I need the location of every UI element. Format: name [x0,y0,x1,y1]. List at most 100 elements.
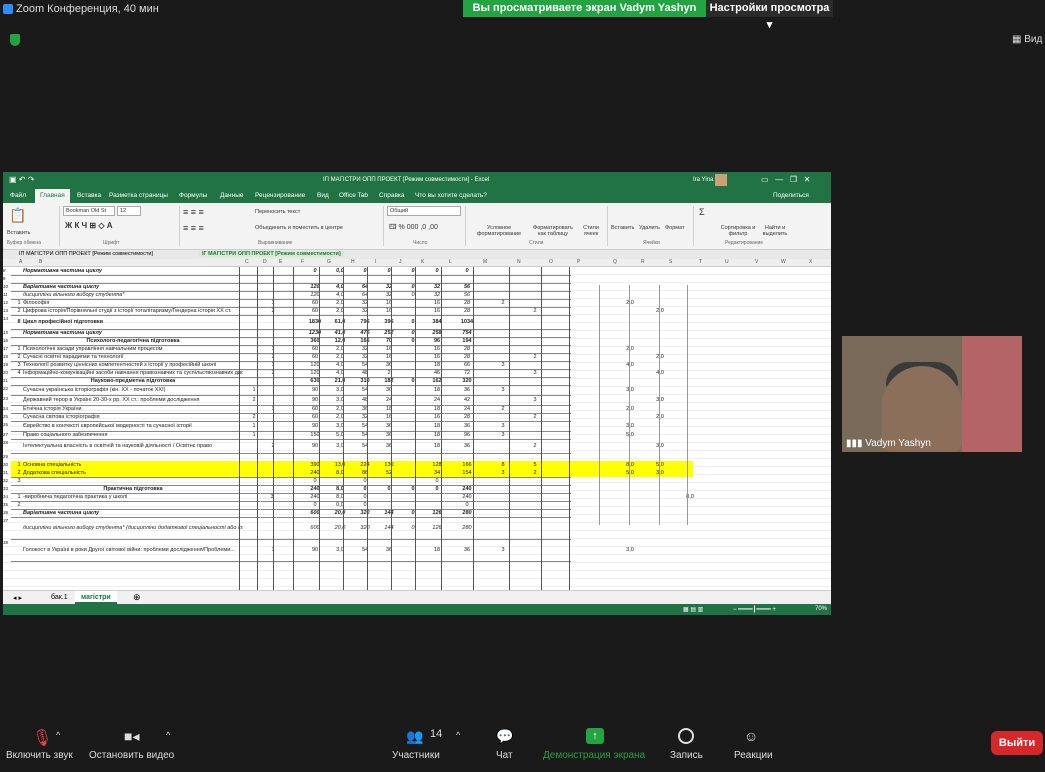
table-cell[interactable]: 240 [455,486,479,492]
table-cell[interactable]: 36 [355,406,375,412]
table-cell[interactable]: 32 [427,292,447,298]
table-cell[interactable]: Державний терор в Україні 20-30-х рр. XX… [23,397,243,403]
table-cell[interactable]: Сучасна світова історіографія [23,414,243,420]
table-cell[interactable]: 3,0 [623,387,637,393]
table-cell[interactable]: 130 [379,462,399,468]
table-cell[interactable]: 32 [355,414,375,420]
sheet-grid[interactable]: 8 Нормативна частина циклу 0 0,0 0 0 0 0 0 9 10 Вар… [3,267,831,590]
table-row[interactable]: 18 2 Сучасні освітні парадигми та технолог… [3,353,831,361]
table-cell[interactable]: 1 [247,432,261,438]
table-cell[interactable]: 90 [303,443,327,449]
table-cell[interactable]: 120 [303,370,327,376]
participants-label[interactable]: Участники [392,750,440,761]
table-cell[interactable]: дисципліни вільного вибору студента* [23,292,243,298]
table-cell[interactable]: 2,0 [653,354,667,360]
table-cell[interactable]: 166 [355,338,375,344]
column-header[interactable]: D [263,259,267,265]
table-cell[interactable]: 4,0 [623,362,637,368]
table-row[interactable]: 15 Нормативна частина циклу 1230 41,0 476 252… [3,329,831,337]
table-cell[interactable]: 128 [427,462,447,468]
table-cell[interactable]: 320 [355,525,375,531]
table-cell[interactable]: 32 [379,284,399,290]
table-cell[interactable]: 56 [455,292,479,298]
table-cell[interactable]: 0 [455,502,479,508]
table-cell[interactable]: 20,0 [329,510,351,516]
view-button[interactable]: ▦ Вид [1012,34,1042,45]
table-cell[interactable]: 60 [303,414,327,420]
table-cell[interactable]: 28 [455,354,479,360]
tab-insert[interactable]: Вставка [77,192,101,199]
table-cell[interactable]: Цикл професійної підготовки [23,319,243,325]
table-cell[interactable]: 16 [427,354,447,360]
table-cell[interactable]: 0 [379,268,399,274]
table-cell[interactable]: 1 [247,423,261,429]
paste-label[interactable]: Вставить [7,230,30,236]
tab-review[interactable]: Рецензирование [255,192,305,199]
table-cell[interactable]: Цифрова історія/Порівняльні студії з іст… [23,308,243,314]
sheet-tab-bak[interactable]: бак.1 [51,594,68,601]
table-cell[interactable]: 280 [455,510,479,516]
table-cell[interactable]: 8,0 [683,494,697,500]
share-excel-button[interactable]: Поделиться [773,192,809,199]
column-header[interactable]: P [577,259,580,265]
table-cell[interactable]: 1 [247,387,261,393]
table-cell[interactable]: 41,0 [329,330,351,336]
mic-muted-icon[interactable]: 🎙 [32,728,52,747]
table-cell[interactable]: 36 [455,547,479,553]
merge-center-button[interactable]: Объединить и поместить в центре [255,225,343,231]
table-cell[interactable]: 3,0 [623,547,637,553]
table-cell[interactable]: 3,0 [329,547,351,553]
table-cell[interactable]: 4 [15,370,23,376]
autosum-icon[interactable]: Σ [699,207,705,217]
table-cell[interactable]: 0 [355,486,375,492]
table-row[interactable]: 22 Сучасна українська історіографія (кін.… [3,385,831,395]
table-cell[interactable]: 144 [379,510,399,516]
table-cell[interactable]: 0 [427,486,447,492]
table-cell[interactable]: 4,0 [653,370,667,376]
table-cell[interactable]: 32 [355,354,375,360]
table-row[interactable]: 26 Єврейство в контексті європейської мод… [3,421,831,431]
table-cell[interactable]: 3,0 [653,397,667,403]
table-cell[interactable]: 28 [455,308,479,314]
table-cell[interactable]: 36 [379,362,399,368]
table-cell[interactable]: Нормативна частина циклу [23,268,243,274]
table-cell[interactable]: 2,0 [329,354,351,360]
table-cell[interactable]: 4,0 [329,292,351,298]
table-cell[interactable]: 1 [15,462,23,468]
table-cell[interactable]: 90 [303,397,327,403]
table-cell[interactable]: 0 [355,502,375,508]
table-cell[interactable]: 86 [355,470,375,476]
save-icon[interactable]: ▣ ↶ ↷ [9,175,34,184]
table-cell[interactable]: 96 [427,338,447,344]
table-cell[interactable]: 13,0 [329,462,351,468]
table-row[interactable]: 36 Варіативна частина циклу 600 20,0 320 144 0… [3,509,831,517]
table-cell[interactable]: 72 [455,370,479,376]
table-row[interactable]: 121Філософія1602,03216162822,0 [3,299,831,307]
table-cell[interactable]: Психолого-педагогічна підготовка [23,338,243,344]
font-name-box[interactable]: Bookman Old St [63,206,115,216]
table-cell[interactable]: 36 [455,387,479,393]
reactions-label[interactable]: Реакции [734,750,773,761]
table-cell[interactable]: 96 [455,432,479,438]
table-cell[interactable]: Основна спеціальність [23,462,243,468]
table-cell[interactable]: Варіативна частина циклу [23,284,243,290]
table-cell[interactable]: 60 [303,300,327,306]
table-cell[interactable]: 4,0 [329,362,351,368]
column-header[interactable]: M [483,259,487,265]
table-cell[interactable]: 52 [379,470,399,476]
table-cell[interactable]: 18 [427,547,447,553]
table-cell[interactable]: Єврейство в контексті європейської модер… [23,423,243,429]
table-row[interactable]: 38 Голокост в Україні в роки Другої світо… [3,539,831,561]
table-cell[interactable]: 154 [455,470,479,476]
table-cell[interactable]: 360 [303,338,327,344]
table-cell[interactable]: 0 [405,292,421,298]
table-cell[interactable]: 16 [427,346,447,352]
bold-icon[interactable]: Ж К Ч ⊞ ◇ A [65,221,112,230]
table-cell[interactable]: 630 [303,378,327,384]
table-row[interactable]: 11 дисципліни вільного вибору студента* 12… [3,291,831,299]
table-row[interactable]: 35 2 0 0,0 0 0 [3,501,831,509]
column-header[interactable]: G [327,259,331,265]
add-sheet-icon[interactable]: ⊕ [133,592,141,603]
font-size-box[interactable]: 12 [117,206,141,216]
table-cell[interactable]: 16 [427,300,447,306]
